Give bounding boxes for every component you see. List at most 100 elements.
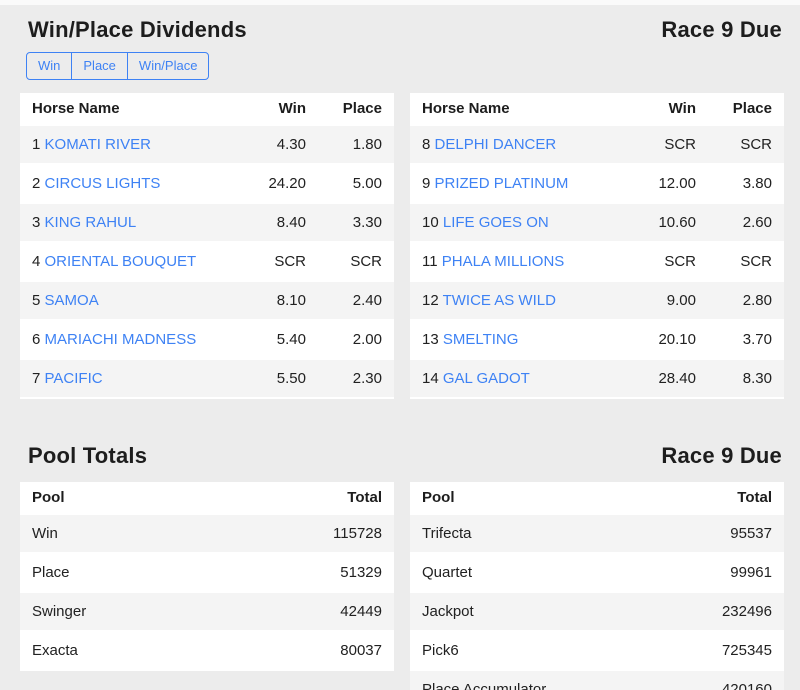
place-dividend: 8.30 [708,359,784,398]
table-header-row: Horse Name Win Place [20,93,394,125]
pool-name: Swinger [20,592,318,631]
horse-number: 11 [422,253,438,270]
win-dividend: SCR [632,242,708,281]
horse-number: 1 [32,136,40,153]
horse-number: 3 [32,214,40,231]
place-dividend: 2.40 [318,281,394,320]
win-dividend: 28.40 [632,359,708,398]
pool-total: 99961 [708,553,784,592]
page-container: Win/Place Dividends Race 9 Due Win Place… [0,5,800,690]
horse-name-link[interactable]: PRIZED PLATINUM [435,175,569,192]
pool-total: 115728 [318,514,394,553]
pool-name: Place [20,553,318,592]
win-dividend: 4.30 [242,125,318,164]
col-place: Place [318,93,394,125]
win-dividend: 12.00 [632,164,708,203]
pool-name: Exacta [20,631,318,670]
pool-total: 80037 [318,631,394,670]
horse-row: 10 LIFE GOES ON 10.60 2.60 [410,203,784,242]
horse-name-link[interactable]: SMELTING [443,331,519,348]
pool-row: Jackpot 232496 [410,592,784,631]
pool-row: Place 51329 [20,553,394,592]
place-dividend: 3.80 [708,164,784,203]
horse-name-link[interactable]: DELPHI DANCER [435,136,557,153]
pools-table-left: Pool Total Win 115728 Place 51329 Swinge… [20,482,394,671]
horse-row: 7 PACIFIC 5.50 2.30 [20,359,394,398]
place-dividend: 5.00 [318,164,394,203]
pool-row: Quartet 99961 [410,553,784,592]
horse-name-link[interactable]: PACIFIC [45,370,103,387]
horse-row: 6 MARIACHI MADNESS 5.40 2.00 [20,320,394,359]
place-dividend: 2.30 [318,359,394,398]
dividends-title: Win/Place Dividends [28,17,247,43]
pool-name: Place Accumulator [410,670,708,690]
filter-winplace-button[interactable]: Win/Place [127,52,210,80]
pool-row: Trifecta 95537 [410,514,784,553]
pool-total: 725345 [708,631,784,670]
win-dividend: 8.10 [242,281,318,320]
table-header-row: Pool Total [410,482,784,514]
place-dividend: SCR [708,125,784,164]
dividends-table-left: Horse Name Win Place 1 KOMATI RIVER 4.30… [20,93,394,399]
horse-number: 5 [32,292,40,309]
pool-row: Swinger 42449 [20,592,394,631]
horse-name-link[interactable]: PHALA MILLIONS [442,253,565,270]
dividends-tables: Horse Name Win Place 1 KOMATI RIVER 4.30… [20,93,784,399]
col-pool: Pool [20,482,318,514]
horse-number: 10 [422,214,439,231]
horse-name-link[interactable]: CIRCUS LIGHTS [45,175,161,192]
dividends-table-right: Horse Name Win Place 8 DELPHI DANCER SCR… [410,93,784,399]
horse-name-link[interactable]: GAL GADOT [443,370,530,387]
pool-name: Jackpot [410,592,708,631]
horse-row: 11 PHALA MILLIONS SCR SCR [410,242,784,281]
horse-number: 7 [32,370,40,387]
horse-name-link[interactable]: SAMOA [45,292,99,309]
pool-name: Pick6 [410,631,708,670]
place-dividend: 3.70 [708,320,784,359]
filter-place-button[interactable]: Place [71,52,128,80]
horse-number: 13 [422,331,439,348]
horse-row: 14 GAL GADOT 28.40 8.30 [410,359,784,398]
col-horse-name: Horse Name [20,93,242,125]
horse-name-link[interactable]: KOMATI RIVER [45,136,151,153]
horse-row: 9 PRIZED PLATINUM 12.00 3.80 [410,164,784,203]
horse-number: 9 [422,175,430,192]
col-win: Win [242,93,318,125]
win-dividend: 24.20 [242,164,318,203]
horse-row: 1 KOMATI RIVER 4.30 1.80 [20,125,394,164]
win-dividend: SCR [242,242,318,281]
horse-number: 6 [32,331,40,348]
horse-row: 4 ORIENTAL BOUQUET SCR SCR [20,242,394,281]
race-status-dividends: Race 9 Due [661,17,782,43]
horse-name-link[interactable]: KING RAHUL [45,214,137,231]
horse-name-link[interactable]: ORIENTAL BOUQUET [45,253,197,270]
horse-name-link[interactable]: TWICE AS WILD [443,292,556,309]
horse-name-link[interactable]: MARIACHI MADNESS [45,331,197,348]
horse-number: 2 [32,175,40,192]
win-dividend: 5.40 [242,320,318,359]
col-place: Place [708,93,784,125]
win-dividend: 8.40 [242,203,318,242]
horse-number: 12 [422,292,439,309]
table-header-row: Horse Name Win Place [410,93,784,125]
horse-row: 12 TWICE AS WILD 9.00 2.80 [410,281,784,320]
horse-name-link[interactable]: LIFE GOES ON [443,214,549,231]
horse-number: 8 [422,136,430,153]
race-status-pools: Race 9 Due [661,443,782,469]
col-win: Win [632,93,708,125]
pool-total: 51329 [318,553,394,592]
table-header-row: Pool Total [20,482,394,514]
horse-row: 3 KING RAHUL 8.40 3.30 [20,203,394,242]
horse-row: 5 SAMOA 8.10 2.40 [20,281,394,320]
win-dividend: 5.50 [242,359,318,398]
pools-table-right: Pool Total Trifecta 95537 Quartet 99961 … [410,482,784,690]
horse-row: 8 DELPHI DANCER SCR SCR [410,125,784,164]
pool-name: Trifecta [410,514,708,553]
filter-win-button[interactable]: Win [26,52,72,80]
place-dividend: SCR [318,242,394,281]
pool-total: 232496 [708,592,784,631]
col-total: Total [318,482,394,514]
win-dividend: 9.00 [632,281,708,320]
pool-row: Place Accumulator 420160 [410,670,784,690]
place-dividend: 2.80 [708,281,784,320]
